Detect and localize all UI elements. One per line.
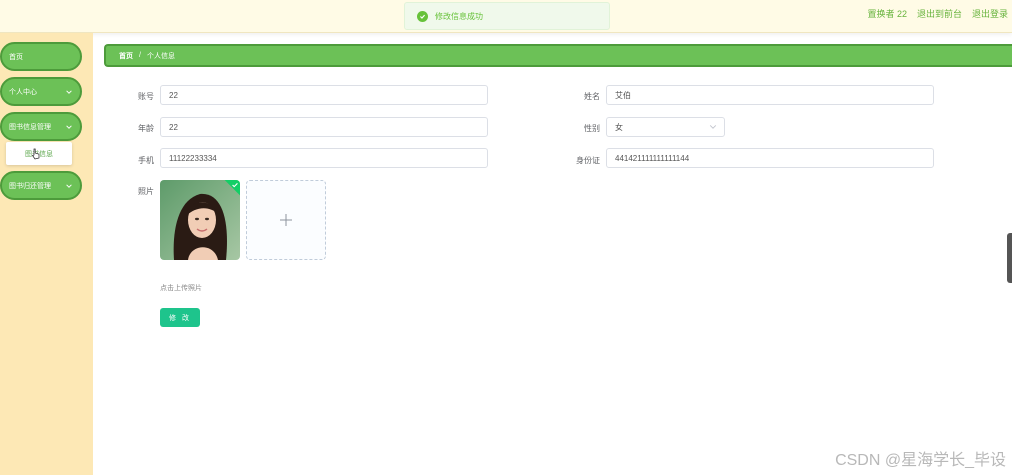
breadcrumb: 首页 / 个人信息 — [104, 44, 1012, 67]
breadcrumb-home[interactable]: 首页 — [119, 51, 133, 61]
sidebar-item-home[interactable]: 首页 — [0, 42, 82, 71]
chevron-down-icon — [66, 90, 72, 94]
uploaded-photo[interactable] — [160, 180, 240, 260]
header-actions: 置换者 22 退出到前台 退出登录 — [867, 7, 1008, 20]
sidebar-item-label: 图书信息管理 — [9, 123, 51, 131]
breadcrumb-separator: / — [139, 52, 141, 59]
sidebar-item-personal-center[interactable]: 个人中心 — [0, 77, 82, 106]
check-circle-icon — [417, 10, 428, 22]
idcard-value: 441421111111111144 — [615, 153, 690, 163]
gender-label: 性别 — [584, 124, 600, 133]
gender-value: 女 — [615, 122, 623, 132]
side-drawer-handle[interactable] — [1007, 233, 1012, 283]
upload-tip: 点击上传照片 — [160, 285, 202, 292]
age-field[interactable]: 22 — [160, 117, 488, 137]
photo-label: 照片 — [138, 187, 154, 196]
age-label: 年龄 — [138, 124, 154, 133]
logout-link[interactable]: 退出登录 — [972, 7, 1008, 20]
chevron-down-icon — [709, 125, 717, 129]
modify-button[interactable]: 修 改 — [160, 308, 200, 327]
name-field[interactable]: 艾伯 — [606, 85, 934, 105]
name-value: 艾伯 — [615, 90, 631, 100]
chevron-down-icon — [66, 125, 72, 129]
plus-icon — [280, 214, 292, 226]
account-label: 账号 — [138, 92, 154, 101]
sidebar-item-book-info-management[interactable]: 图书信息管理 — [0, 112, 82, 141]
phone-value: 11122233334 — [169, 153, 217, 163]
phone-field[interactable]: 11122233334 — [160, 148, 488, 168]
idcard-field[interactable]: 441421111111111144 — [606, 148, 934, 168]
account-value: 22 — [169, 90, 178, 100]
sidebar-item-label: 个人中心 — [9, 88, 37, 96]
sidebar-item-label: 首页 — [9, 53, 23, 61]
account-field[interactable]: 22 — [160, 85, 488, 105]
watermark: CSDN @星海学长_毕设 — [835, 452, 1006, 469]
name-label: 姓名 — [584, 92, 600, 101]
idcard-label: 身份证 — [576, 156, 600, 165]
back-to-front-link[interactable]: 退出到前台 — [917, 7, 962, 20]
photo-upload-button[interactable] — [246, 180, 326, 260]
toast-message: 修改信息成功 — [435, 11, 483, 21]
pointer-cursor-icon — [31, 148, 40, 160]
sidebar-item-book-return-management[interactable]: 图书归还管理 — [0, 171, 82, 200]
phone-label: 手机 — [138, 156, 154, 165]
sidebar-item-label: 图书归还管理 — [9, 182, 51, 190]
top-bar: 修改信息成功 置换者 22 退出到前台 退出登录 — [0, 0, 1012, 33]
age-value: 22 — [169, 122, 178, 132]
current-user-label: 置换者 22 — [867, 9, 907, 19]
breadcrumb-current: 个人信息 — [146, 52, 175, 60]
chevron-down-icon — [66, 184, 72, 188]
portrait-image — [160, 180, 240, 260]
success-toast: 修改信息成功 — [404, 2, 610, 30]
gender-select[interactable]: 女 — [606, 117, 725, 137]
check-icon — [232, 183, 238, 188]
